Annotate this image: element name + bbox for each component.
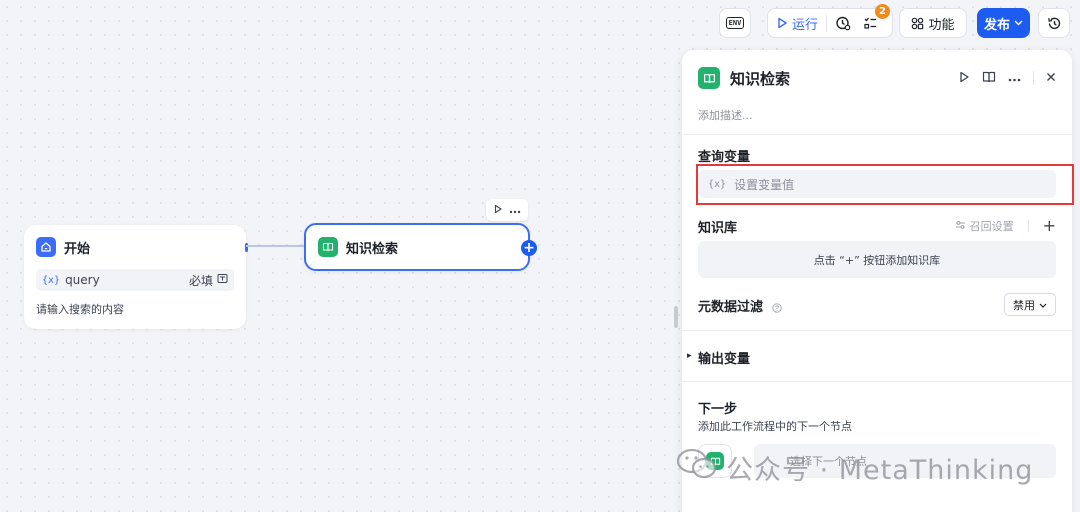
next-step-title: 下一步 xyxy=(698,402,738,417)
more-icon[interactable] xyxy=(509,203,521,217)
checklist-count-badge: 2 xyxy=(875,4,890,19)
divider xyxy=(682,381,1072,382)
book-icon xyxy=(698,67,720,89)
header-separator xyxy=(1033,71,1034,85)
toolbar-separator xyxy=(826,15,828,31)
run-node-icon[interactable] xyxy=(493,203,503,217)
start-node-title: 开始 xyxy=(64,241,91,257)
start-variable-row[interactable]: {x} query 必填 xyxy=(36,269,234,291)
metadata-filter-title: 元数据过滤 xyxy=(698,296,782,317)
separator xyxy=(1027,220,1029,232)
start-node[interactable]: 开始 {x} query 必填 请输入搜索的内容 xyxy=(24,225,248,329)
env-icon: ENV xyxy=(725,17,745,29)
node-settings-panel: 知识检索 添加描述... 查询变量 {x} 设置变量值 知识库 召回设置 + 点… xyxy=(682,50,1074,512)
chevron-down-icon xyxy=(1014,20,1023,26)
features-label: 功能 xyxy=(928,17,955,33)
start-node-description: 请输入搜索的内容 xyxy=(36,303,124,316)
run-node-icon[interactable] xyxy=(958,71,970,86)
query-variable-title: 查询变量 xyxy=(698,150,751,165)
knowledge-node-title: 知识检索 xyxy=(346,241,399,257)
docs-book-icon[interactable] xyxy=(982,70,996,87)
text-field-icon xyxy=(217,273,228,287)
required-marker: 必填 xyxy=(189,272,228,289)
wechat-icon xyxy=(676,447,718,488)
recall-settings-label: 召回设置 xyxy=(969,220,1014,233)
publish-button[interactable]: 发布 xyxy=(977,8,1030,38)
recall-settings-button[interactable]: 召回设置 xyxy=(955,218,1014,234)
output-variables-toggle[interactable]: 输出变量 xyxy=(698,348,750,367)
version-history-button[interactable] xyxy=(1038,8,1070,38)
add-knowledge-base-button[interactable]: + xyxy=(1043,218,1056,234)
run-button[interactable]: 运行 xyxy=(792,14,818,33)
checklist-button[interactable] xyxy=(863,16,878,31)
description-input[interactable]: 添加描述... xyxy=(698,107,753,123)
next-step-description: 添加此工作流程中的下一个节点 xyxy=(698,420,852,433)
metadata-filter-value: 禁用 xyxy=(1013,298,1035,312)
divider xyxy=(682,134,1072,135)
history-icon xyxy=(1047,16,1062,31)
add-next-node-button[interactable]: + xyxy=(521,240,537,256)
metadata-filter-label: 元数据过滤 xyxy=(698,300,764,315)
watermark: 公众号 · MetaThinking xyxy=(676,446,1033,488)
close-icon[interactable] xyxy=(1046,71,1056,85)
workflow-canvas[interactable]: 开始 {x} query 必填 请输入搜索的内容 知识检索 + xyxy=(0,0,680,512)
knowledge-retrieval-node[interactable]: 知识检索 + xyxy=(304,223,537,271)
required-label: 必填 xyxy=(188,273,213,288)
variable-icon: {x} xyxy=(42,274,61,286)
run-toolbar-group: 运行 2 xyxy=(767,4,893,38)
history-checker-icon[interactable] xyxy=(835,15,851,31)
env-button[interactable]: ENV xyxy=(719,8,751,38)
node-toolbar xyxy=(486,199,528,221)
connection-edge[interactable] xyxy=(246,245,306,247)
panel-resize-handle[interactable] xyxy=(674,306,678,328)
more-icon[interactable] xyxy=(1008,71,1021,85)
sliders-icon xyxy=(955,220,966,233)
panel-title: 知识检索 xyxy=(730,69,791,88)
play-icon[interactable] xyxy=(776,17,788,29)
home-icon xyxy=(36,237,56,257)
divider xyxy=(682,330,1072,331)
features-icon xyxy=(911,17,924,30)
watermark-text: 公众号 · MetaThinking xyxy=(726,454,1034,486)
expand-chevron-icon[interactable]: ▸ xyxy=(687,351,692,361)
book-icon xyxy=(318,237,338,257)
metadata-filter-select[interactable]: 禁用 xyxy=(1004,293,1056,316)
features-button[interactable]: 功能 xyxy=(899,8,967,38)
variable-name: query xyxy=(65,273,100,287)
knowledge-base-title: 知识库 xyxy=(698,221,738,236)
chevron-down-icon xyxy=(1039,298,1047,311)
knowledge-base-empty-state: 点击 “+” 按钮添加知识库 xyxy=(698,241,1056,278)
publish-label: 发布 xyxy=(983,17,1010,33)
help-icon[interactable] xyxy=(771,302,782,317)
annotation-highlight-box xyxy=(696,164,1074,205)
